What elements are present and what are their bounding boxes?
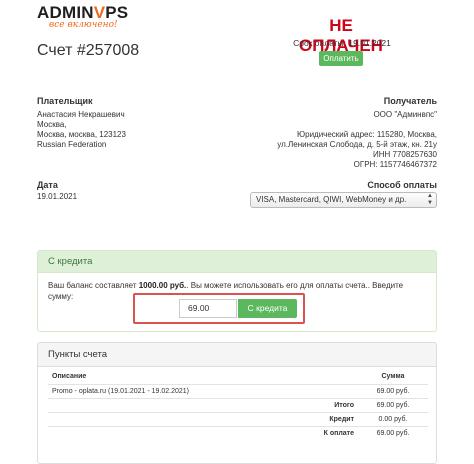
payment-method-select[interactable]: VISA, Mastercard, QIWI, WebMoney и др. ▲… [250,192,437,208]
recipient-name: ООО "Админвпс" [373,110,437,119]
recipient-legal-address: Юридический адрес: 115280, Москва, [297,130,437,139]
credit-row: Кредит 0.00 руб. [48,411,428,426]
item-description: Promo - oplata.ru (19.01.2021 - 19.02.20… [48,383,358,398]
pay-button[interactable]: Оплатить [319,51,363,66]
payer-address-line: Москва, москва, 123123 [37,130,126,139]
payment-method-value: VISA, Mastercard, QIWI, WebMoney и др. [256,195,407,204]
credit-panel-title: С кредита [38,251,436,273]
credit-label: Кредит [48,411,358,426]
invoice-items-table: Описание Сумма Promo - oplata.ru (19.01.… [48,370,428,440]
amount-due-row: К оплате 69.00 руб. [48,425,428,440]
recipient-ogrn: ОГРН: 1157746467372 [353,160,437,169]
invoice-items-panel: Пункты счета Описание Сумма Promo - opla… [37,342,437,464]
table-header-row: Описание Сумма [48,370,428,384]
recipient-street: ул.Ленинская Слобода, д. 5-й этаж, кн. 2… [277,140,437,149]
brand-logo: ADMINVPS все включено! [37,4,137,34]
credit-balance: 1000.00 руб. [138,281,187,290]
credit-value: 0.00 руб. [358,411,428,426]
invoice-date: 19.01.2021 [37,192,78,201]
amount-due-value: 69.00 руб. [358,425,428,440]
item-sum: 69.00 руб. [358,383,428,398]
payer-address-line: Москва, [37,120,67,129]
table-row: Promo - oplata.ru (19.01.2021 - 19.02.20… [48,383,428,398]
invoice-items-title: Пункты счета [38,343,436,367]
select-arrows-icon: ▲ ▼ [427,193,433,206]
recipient-inn: ИНН 7708257630 [372,150,437,159]
payer-name: Анастасия Некрашевич [37,110,125,119]
payment-status: НЕ ОПЛАЧЕН [299,16,383,55]
payer-country: Russian Federation [37,140,107,149]
apply-credit-button[interactable]: С кредита [238,299,297,318]
total-label: Итого [48,397,358,412]
column-header-description: Описание [52,373,87,381]
column-header-sum: Сумма [381,373,405,381]
invoice-title: Счет #257008 [37,42,140,59]
due-date: Срок оплаты: 19.01.2021 [293,38,391,48]
payer-heading: Плательщик [37,96,93,106]
payment-method-heading: Способ оплаты [367,180,437,190]
date-heading: Дата [37,180,58,190]
total-value: 69.00 руб. [358,397,428,412]
recipient-heading: Получатель [383,96,437,106]
amount-due-label: К оплате [48,425,358,440]
total-row: Итого 69.00 руб. [48,397,428,412]
credit-amount-input[interactable]: 69.00 [179,299,237,318]
